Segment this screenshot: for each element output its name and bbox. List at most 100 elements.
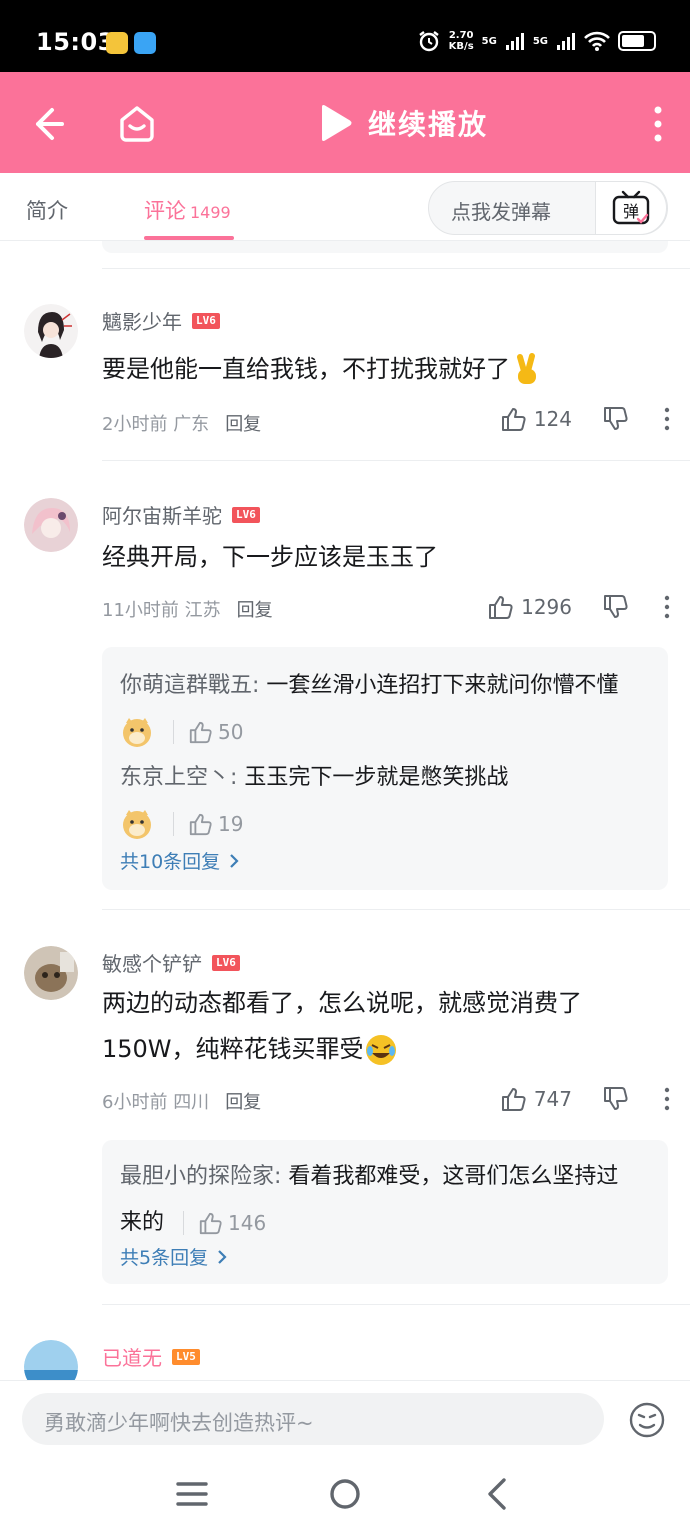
- network-speed: 2.70 KB/s: [448, 30, 474, 52]
- comment-actions: 124: [500, 406, 670, 432]
- thumb-up-icon: [501, 408, 526, 431]
- avatar[interactable]: [24, 498, 78, 552]
- like-button[interactable]: 1296: [487, 594, 572, 620]
- reply-button[interactable]: 回复: [225, 410, 261, 436]
- level-badge: LV5: [172, 1348, 200, 1365]
- chevron-right-icon: [218, 1249, 227, 1264]
- thumb-up-icon: [189, 721, 212, 744]
- danmaku-toggle-button[interactable]: 弹: [595, 181, 667, 235]
- chevron-right-icon: [230, 853, 239, 868]
- comment-input-bar: 勇敢滴少年啊快去创造热评~: [0, 1380, 690, 1458]
- sub-reply: 最胆小的探险家: 看着我都难受，这哥们怎么坚持过来的 146: [120, 1164, 619, 1235]
- thumb-down-icon[interactable]: [602, 406, 628, 432]
- comment-count: 1499: [190, 203, 231, 222]
- tab-intro[interactable]: 简介: [26, 195, 68, 225]
- comment-username[interactable]: 敏感个铲铲 LV6: [102, 948, 240, 977]
- active-tab-indicator: [144, 236, 234, 240]
- comment-item: 阿尔宙斯羊驼 LV6 经典开局，下一步应该是玉玉了 11小时前 江苏 回复 1296…: [0, 484, 690, 909]
- status-time: 15:03: [36, 28, 115, 56]
- more-options-icon[interactable]: [664, 595, 670, 619]
- signal-icon: [557, 33, 575, 50]
- level-badge: LV6: [212, 954, 240, 971]
- sub-reply-like[interactable]: 50: [173, 720, 243, 744]
- comment-text: 要是他能一直给我钱，不打扰我就好了: [102, 346, 650, 392]
- like-button[interactable]: 124: [500, 406, 572, 432]
- play-icon: [322, 105, 352, 141]
- sub-reply-like[interactable]: 19: [173, 812, 243, 836]
- thumb-up-icon: [501, 1088, 526, 1111]
- home-icon[interactable]: [114, 100, 160, 146]
- system-nav-bar: [0, 1458, 690, 1533]
- danmaku-placeholder: 点我发弹幕: [451, 200, 551, 224]
- tab-bar: 简介 评论 1499 点我发弹幕 弹: [0, 173, 690, 241]
- emoji-picker-icon[interactable]: [628, 1401, 666, 1439]
- thumb-up-icon: [189, 813, 212, 836]
- more-options-icon[interactable]: [664, 1087, 670, 1111]
- divider: [102, 1304, 690, 1305]
- back-arrow-icon[interactable]: [30, 102, 74, 146]
- comment-username[interactable]: 阿尔宙斯羊驼 LV6: [102, 500, 260, 529]
- status-bar: 15:03 2.70 KB/s 5G 5G: [0, 0, 690, 72]
- divider: [102, 460, 690, 461]
- danmaku-input[interactable]: 点我发弹幕 弹: [428, 181, 668, 235]
- reply-button[interactable]: 回复: [237, 596, 273, 622]
- comment-text: 经典开局，下一步应该是玉玉了: [102, 543, 438, 571]
- divider: [102, 268, 690, 269]
- sub-reply-like[interactable]: 146: [183, 1211, 266, 1235]
- avatar[interactable]: [24, 1340, 78, 1380]
- comment-actions: 1296: [487, 594, 670, 620]
- level-badge: LV6: [232, 506, 260, 523]
- reply-preview-box[interactable]: 你萌這群戰五: 一套丝滑小连招打下来就问你懵不懂 50 东京上空丶: 玉玉完下一…: [102, 647, 668, 890]
- view-more-replies-link[interactable]: 共10条回复: [120, 847, 240, 874]
- comment-username[interactable]: 已道无 LV5: [102, 1342, 200, 1371]
- comment-meta: 6小时前 四川 回复: [102, 1088, 261, 1114]
- battery-icon: [618, 31, 656, 51]
- like-button[interactable]: 747: [500, 1086, 572, 1112]
- avatar[interactable]: [24, 946, 78, 1000]
- victory-hand-emoji: [517, 353, 536, 384]
- wifi-icon: [584, 31, 610, 51]
- sub-reply-username[interactable]: 东京上空丶:: [120, 765, 237, 790]
- thumb-up-icon: [199, 1212, 222, 1235]
- laugh-cry-emoji: [365, 1035, 396, 1065]
- reply-preview-box[interactable]: 最胆小的探险家: 看着我都难受，这哥们怎么坚持过来的 146 共5条回复: [102, 1140, 668, 1284]
- status-indicators: 2.70 KB/s 5G 5G: [417, 26, 656, 56]
- thumb-down-icon[interactable]: [602, 1086, 628, 1112]
- home-nav-icon[interactable]: [325, 1474, 365, 1514]
- view-more-replies-link[interactable]: 共5条回复: [120, 1243, 228, 1270]
- avatar[interactable]: [24, 304, 78, 358]
- comment-item: 魑影少年 LV6 要是他能一直给我钱，不打扰我就好了 2小时前 广东 回复 124: [0, 290, 690, 460]
- previous-reply-box-remnant: [102, 241, 668, 253]
- sub-reply: 你萌這群戰五: 一套丝滑小连招打下来就问你懵不懂 50: [120, 663, 640, 755]
- level-badge: LV6: [192, 312, 220, 329]
- doge-emoji: [123, 810, 151, 839]
- continue-play-button[interactable]: 继续播放: [318, 100, 488, 146]
- more-options-icon[interactable]: [664, 407, 670, 431]
- comment-input[interactable]: 勇敢滴少年啊快去创造热评~: [22, 1393, 604, 1445]
- notification-app-icon: [106, 32, 128, 54]
- comment-username[interactable]: 魑影少年 LV6: [102, 306, 220, 335]
- divider: [102, 909, 690, 910]
- comment-item: 已道无 LV5: [0, 1326, 690, 1380]
- svg-text:弹: 弹: [623, 202, 639, 221]
- thumb-up-icon: [489, 596, 513, 619]
- app-header: 继续播放: [0, 72, 690, 173]
- more-vertical-icon[interactable]: [650, 102, 666, 146]
- sub-reply-username[interactable]: 最胆小的探险家:: [120, 1164, 281, 1189]
- alarm-icon: [418, 31, 439, 52]
- reply-button[interactable]: 回复: [225, 1088, 261, 1114]
- back-nav-icon[interactable]: [478, 1474, 518, 1514]
- continue-play-label: 继续播放: [368, 108, 489, 141]
- thumb-down-icon[interactable]: [602, 594, 628, 620]
- network-type: 5G: [532, 35, 548, 47]
- sub-reply: 东京上空丶: 玉玉完下一步就是憋笑挑战 19: [120, 755, 640, 847]
- doge-emoji: [123, 718, 151, 747]
- sub-reply-username[interactable]: 你萌這群戰五:: [120, 673, 259, 698]
- tab-comments[interactable]: 评论 1499: [144, 195, 231, 225]
- comment-meta: 11小时前 江苏 回复: [102, 596, 273, 622]
- comment-item: 敏感个铲铲 LV6 两边的动态都看了，怎么说呢，就感觉消费了150W，纯粹花钱买罪…: [0, 932, 690, 1304]
- notification-app-icon: [134, 32, 156, 54]
- recent-apps-icon[interactable]: [172, 1474, 212, 1514]
- comment-input-placeholder: 勇敢滴少年啊快去创造热评~: [44, 1411, 314, 1435]
- comment-meta: 2小时前 广东 回复: [102, 410, 261, 436]
